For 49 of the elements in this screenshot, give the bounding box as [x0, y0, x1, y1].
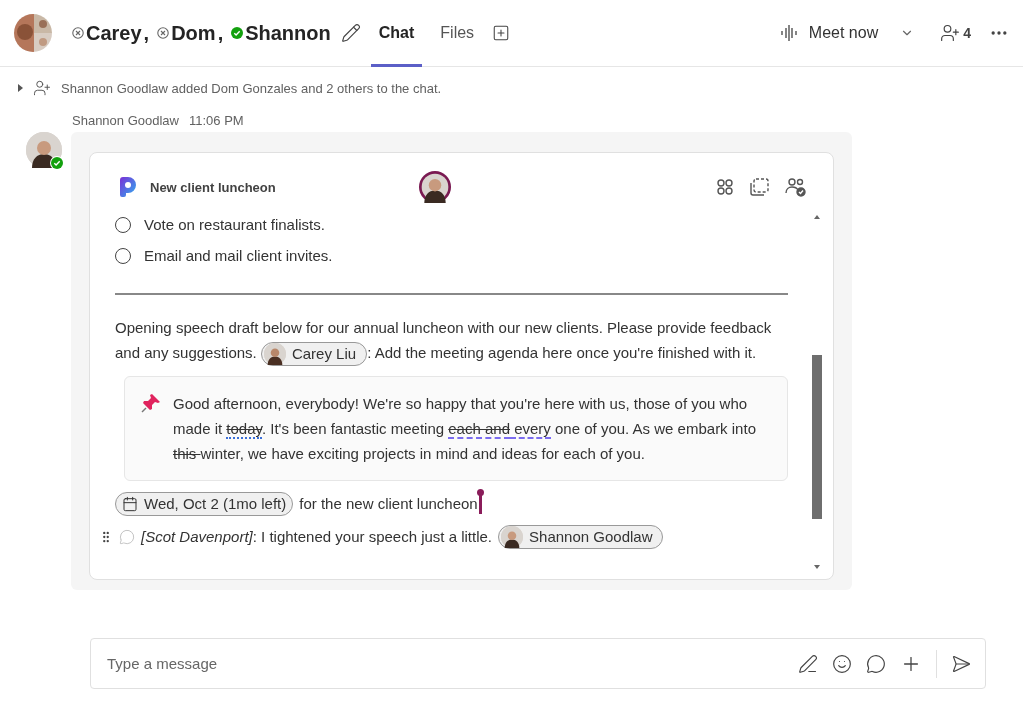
add-tab-icon[interactable]	[492, 24, 511, 42]
command-icon[interactable]	[715, 177, 735, 197]
loop-compose-icon[interactable]	[866, 653, 886, 674]
available-status-icon	[51, 157, 63, 169]
participant-name[interactable]: Dom	[171, 21, 216, 45]
task-text: Vote on restaurant finalists.	[144, 215, 325, 235]
tab[interactable]: Files	[432, 0, 483, 67]
person-add-icon	[33, 79, 51, 97]
collaborator-avatar	[419, 171, 452, 203]
send-icon[interactable]	[951, 653, 971, 674]
offline-status-icon	[157, 27, 170, 39]
loop-title: New client luncheon	[150, 179, 276, 195]
date-line-text: for the new client luncheon	[299, 494, 478, 515]
participant-name[interactable]: Shannon	[245, 21, 331, 45]
loop-logo-icon	[118, 177, 138, 197]
waveform-icon	[778, 25, 799, 41]
quote-text: Good afternoon, everybody! We're so happy that you're here with us, those of you who made it today. It's been fantastic meeting each and every one of you. As we embark into this winter, we have exciting projects in mind and ideas for each of you.	[173, 394, 757, 465]
message-field[interactable]: Type a message	[90, 638, 986, 689]
format-icon[interactable]	[798, 653, 818, 674]
expand-caret-icon[interactable]	[18, 84, 23, 92]
comment-text: [Scot Davenport]: I tightened your speech just a little.	[141, 527, 493, 548]
available-status-icon	[231, 27, 244, 39]
emoji-icon[interactable]	[832, 653, 852, 674]
participants-button[interactable]: 4	[938, 21, 973, 45]
pushpin-icon	[141, 393, 161, 414]
name-separator: ,	[143, 21, 150, 45]
group-avatar	[14, 14, 52, 52]
tab[interactable]: Chat	[370, 0, 423, 67]
task-text: Email and mail client invites.	[144, 246, 333, 266]
meet-now-button[interactable]: Meet now	[772, 23, 885, 43]
pencil-icon[interactable]	[340, 23, 361, 43]
participant-name[interactable]: Carey	[86, 21, 142, 45]
person-add-icon	[940, 23, 961, 43]
copy-component-icon[interactable]	[749, 177, 771, 197]
offline-status-icon	[72, 27, 84, 39]
message-author: Shannon Goodlaw	[72, 113, 179, 128]
system-message: Shannon Goodlaw added Dom Gonzales and 2 others to the chat.	[61, 80, 442, 96]
paragraph-text: Opening speech draft below for our annual luncheon with our new clients. Please provide feedback and any suggestions. Carey Liu : Add the meeting agenda here once you're finished with it.	[115, 315, 788, 367]
mention-chip[interactable]: Carey Liu	[260, 342, 368, 367]
author-avatar	[26, 132, 62, 168]
name-separator: ,	[217, 21, 224, 45]
mention-chip[interactable]: Shannon Goodlaw	[498, 524, 664, 549]
message-time: 11:06 PM	[189, 113, 244, 128]
mention-avatar	[501, 525, 524, 548]
mention-avatar	[263, 343, 286, 366]
shared-people-icon[interactable]	[785, 177, 807, 197]
date-chip[interactable]: Wed, Oct 2 (1mo left)	[115, 491, 294, 516]
calendar-icon	[122, 495, 138, 512]
comment-icon	[119, 528, 135, 545]
